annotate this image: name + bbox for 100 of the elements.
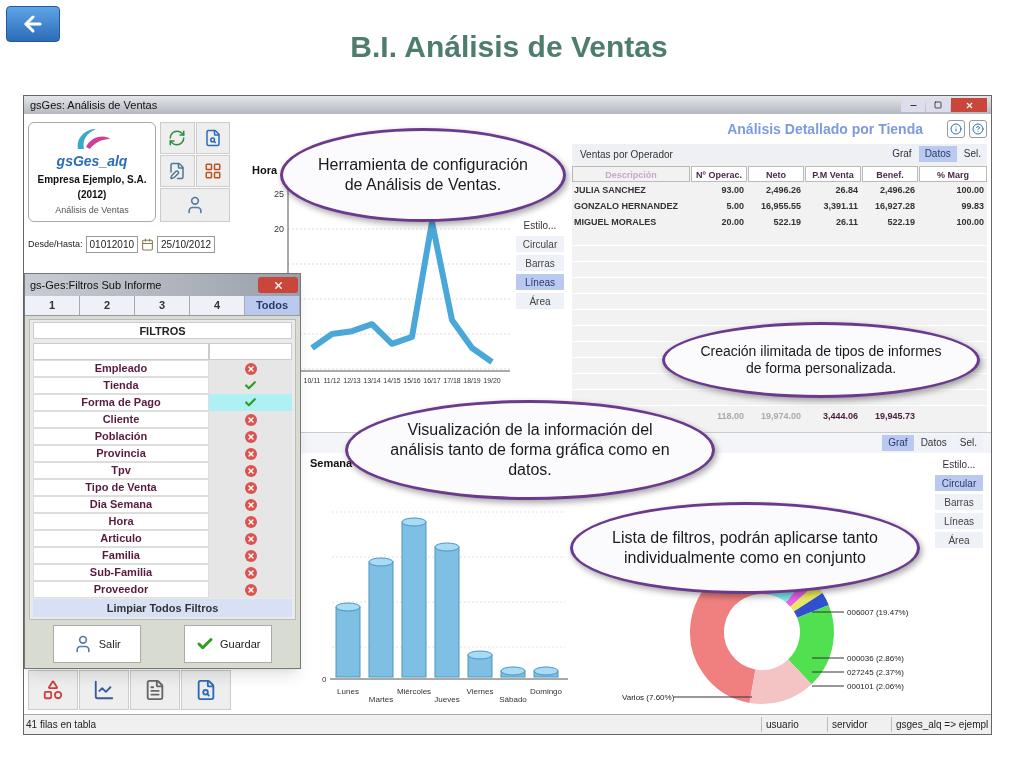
- company-name: Empresa Ejemplo, S.A.: [37, 173, 147, 187]
- style-option[interactable]: Líneas: [935, 513, 983, 529]
- leader-line: [811, 671, 845, 673]
- column-header[interactable]: Benef.: [862, 166, 918, 182]
- report-title: Análisis Detallado por Tienda: [727, 119, 923, 139]
- axis-tick-label: Martes: [368, 694, 394, 704]
- save-button[interactable]: Guardar: [184, 625, 273, 663]
- donut-label: Varios (7.60%): [622, 693, 675, 702]
- chart-label: Hora: [251, 163, 278, 178]
- grid-button[interactable]: [195, 155, 230, 187]
- style-option[interactable]: Barras: [935, 494, 983, 510]
- line-chart-icon: [93, 679, 115, 701]
- column-header[interactable]: P.M Venta: [805, 166, 861, 182]
- date-from-field[interactable]: 01012010: [85, 236, 139, 253]
- filter-status-cell[interactable]: [209, 394, 292, 411]
- leader-line: [811, 685, 845, 687]
- style-label: Estilo...: [941, 458, 977, 472]
- company-year: (2012): [77, 188, 107, 202]
- maximize-button[interactable]: [926, 98, 950, 112]
- user-icon: [185, 195, 205, 215]
- toolbar-button[interactable]: [181, 670, 231, 710]
- document-search-icon: [203, 129, 222, 147]
- filter-name[interactable]: Familia: [33, 547, 209, 564]
- donut-label: 000036 (2.86%): [847, 654, 904, 663]
- document-edit-icon: [168, 162, 187, 180]
- view-tab[interactable]: Sel.: [957, 146, 987, 162]
- view-tab[interactable]: Datos: [918, 146, 957, 162]
- callout-text: Creación ilimitada de tipos de informes de forma personalizada.: [699, 342, 943, 378]
- total-cell-text: 19,974.00: [759, 410, 802, 423]
- tab[interactable]: Todos: [245, 296, 300, 315]
- close-icon: [272, 279, 284, 291]
- filter-name[interactable]: Empleado: [33, 360, 209, 377]
- status-text: 41 filas en tabla: [25, 718, 98, 732]
- toolbar-button[interactable]: [79, 670, 129, 710]
- column-header[interactable]: % Marg: [919, 166, 987, 182]
- close-button[interactable]: [258, 277, 298, 293]
- total-cell-text: 118.00: [715, 410, 745, 423]
- leader-line: [811, 657, 845, 659]
- filter-status-cell[interactable]: [209, 411, 292, 428]
- filter-name[interactable]: Tienda: [33, 377, 209, 394]
- edit-button[interactable]: [160, 155, 195, 187]
- shapes-icon: [42, 679, 64, 701]
- callout-text: Visualización de la información del análisis tanto de forma gráfica como en datos.: [389, 420, 671, 480]
- info-button[interactable]: [947, 120, 965, 138]
- view-tab[interactable]: Datos: [914, 435, 953, 451]
- filter-name[interactable]: Sub-Familia: [33, 564, 209, 581]
- filters-header: FILTROS: [33, 322, 292, 339]
- axis-tick-label: 25: [274, 188, 284, 199]
- style-option[interactable]: Circular: [516, 236, 564, 252]
- column-header[interactable]: Neto: [748, 166, 804, 182]
- window-title: gs-Ges:Filtros Sub Informe: [30, 277, 162, 293]
- filter-name[interactable]: Población: [33, 428, 209, 445]
- cylinder-bar: [533, 666, 559, 677]
- filter-name[interactable]: Forma de Pago: [33, 394, 209, 411]
- close-icon: [964, 100, 974, 110]
- style-option[interactable]: Barras: [516, 255, 564, 271]
- view-tab[interactable]: Graf: [886, 146, 918, 162]
- axis-tick-label: Lunes: [337, 686, 359, 696]
- report-button[interactable]: [195, 122, 230, 154]
- toolbar-button[interactable]: [130, 670, 180, 710]
- status-connection: gsges_alq => ejempl: [891, 717, 991, 732]
- filter-name[interactable]: Tipo de Venta: [33, 479, 209, 496]
- maximize-icon: [934, 101, 942, 109]
- date-label: Desde/Hasta:: [28, 237, 83, 251]
- leader-line: [811, 611, 845, 613]
- toolbar-button[interactable]: [28, 670, 78, 710]
- donut-label: 006007 (19.47%): [847, 608, 909, 617]
- back-button[interactable]: [6, 6, 60, 42]
- view-tab[interactable]: Sel.: [953, 435, 983, 451]
- filter-name[interactable]: Tpv: [33, 462, 209, 479]
- help-button[interactable]: [969, 120, 987, 138]
- date-to-field[interactable]: 25/10/2012: [157, 236, 216, 253]
- filter-status-cell[interactable]: [209, 581, 292, 598]
- user-button[interactable]: [160, 188, 230, 222]
- style-label: Estilo...: [522, 219, 558, 233]
- document-search-icon: [195, 679, 217, 701]
- filter-name[interactable]: Proveedor: [33, 581, 209, 598]
- axis-tick-label: Jueves: [434, 694, 460, 704]
- exit-button[interactable]: Salir: [52, 625, 141, 663]
- status-user: usuario: [761, 717, 827, 732]
- filter-name[interactable]: Articulo: [33, 530, 209, 547]
- view-tab[interactable]: Graf: [882, 435, 914, 451]
- clear-filters-button[interactable]: Limpiar Todos Filtros: [33, 599, 292, 617]
- style-option[interactable]: Área: [516, 293, 564, 309]
- style-option[interactable]: Circular: [935, 475, 983, 491]
- filter-name[interactable]: Cliente: [33, 411, 209, 428]
- filter-status-cell[interactable]: [209, 377, 292, 394]
- style-option[interactable]: Líneas: [516, 274, 564, 290]
- callout-text: Lista de filtros, podrán aplicarse tanto individualmente como en conjunto: [611, 528, 879, 568]
- column-header[interactable]: Nº Operac.: [691, 166, 747, 182]
- filter-name[interactable]: Provincia: [33, 445, 209, 462]
- filter-name[interactable]: Dia Semana: [33, 496, 209, 513]
- window-title: gsGes: Análisis de Ventas: [30, 97, 158, 113]
- refresh-button[interactable]: [160, 122, 195, 154]
- filter-name[interactable]: Hora: [33, 513, 209, 530]
- document-icon: [144, 679, 166, 701]
- close-button[interactable]: [951, 98, 987, 112]
- style-option[interactable]: Área: [935, 532, 983, 548]
- slide-title: B.I. Análisis de Ventas: [349, 29, 669, 65]
- filter-status-cell[interactable]: [209, 360, 292, 377]
